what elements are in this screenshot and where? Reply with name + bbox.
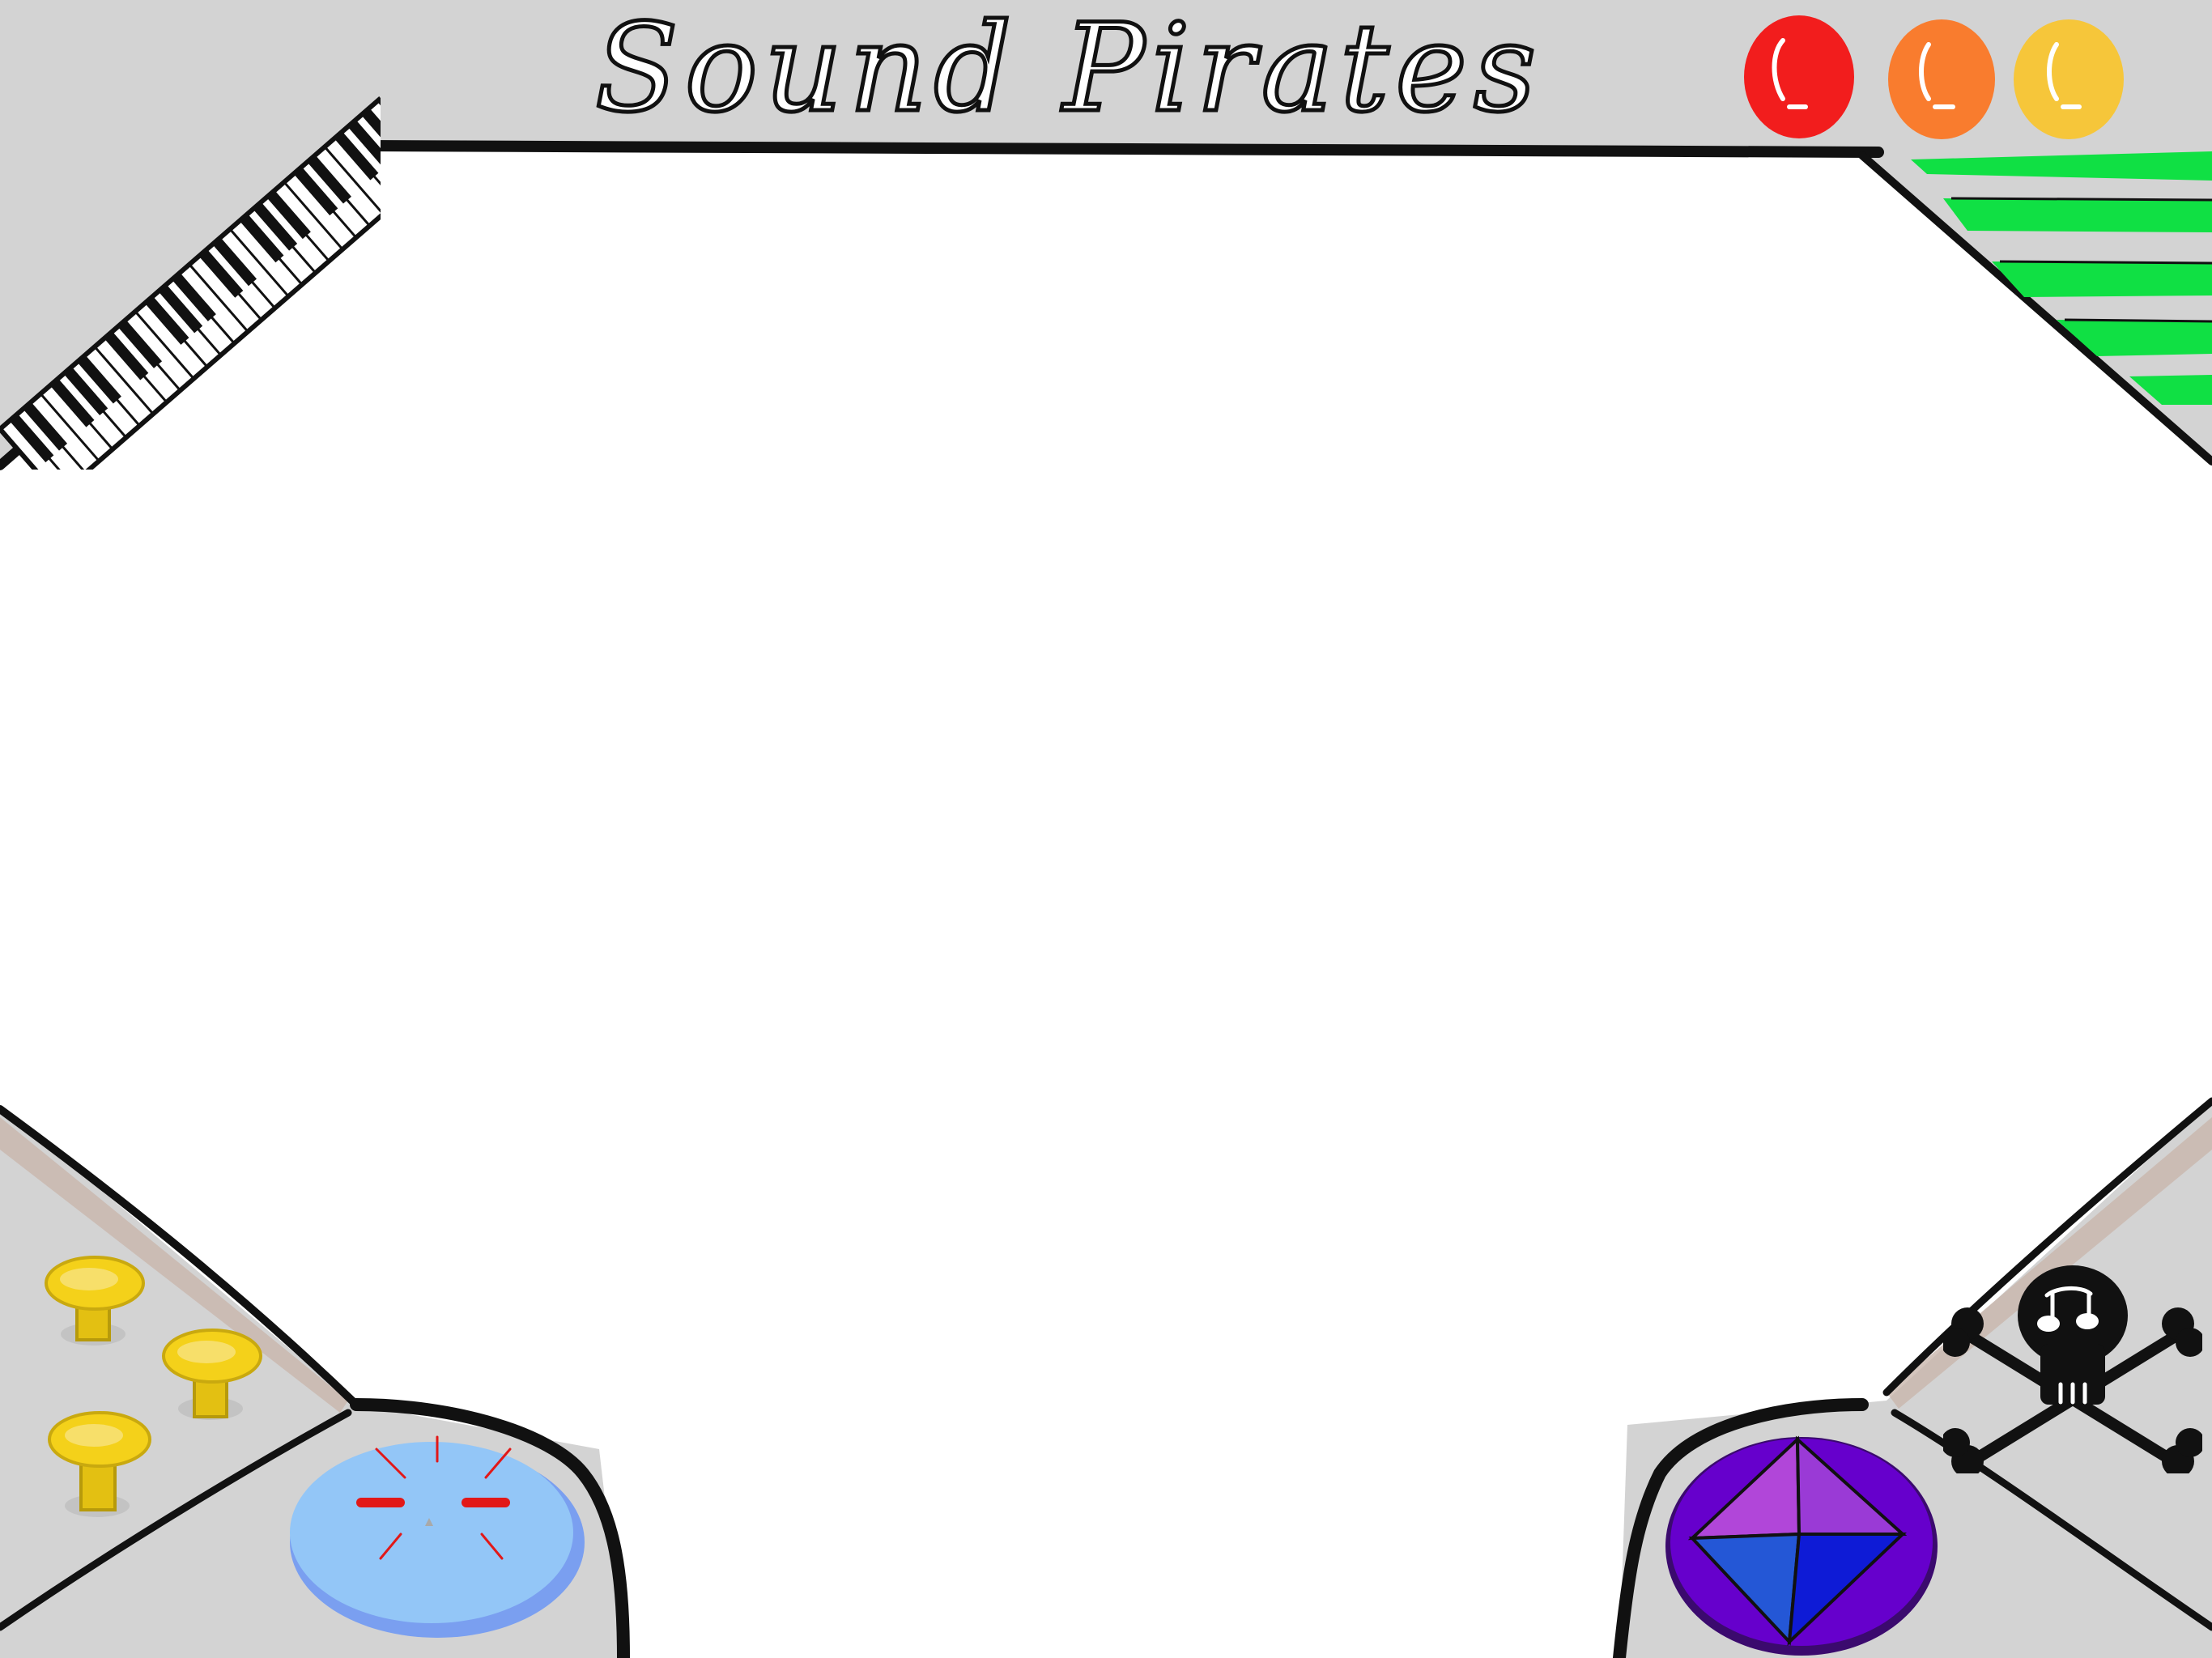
knob-panel xyxy=(45,1256,262,1517)
meter-bar xyxy=(1911,151,2212,181)
life-orb-red xyxy=(1744,15,1854,138)
yellow-knob-icon[interactable] xyxy=(45,1256,145,1346)
meter-bar xyxy=(1943,198,2212,232)
lives-indicator xyxy=(1744,15,2124,139)
yellow-knob-icon[interactable] xyxy=(162,1329,262,1420)
sound-meter-icon xyxy=(1911,151,2212,405)
game-screen: Sound Pirates xyxy=(0,0,2212,1658)
piano-keyboard-icon[interactable] xyxy=(0,81,381,470)
meter-bar xyxy=(1992,261,2212,297)
yellow-knob-icon[interactable] xyxy=(48,1411,151,1517)
life-orb-orange xyxy=(1888,19,1995,139)
face-button-icon[interactable] xyxy=(279,1429,595,1643)
skull-crossbones-icon[interactable] xyxy=(1943,1255,2202,1473)
gem-button-icon[interactable] xyxy=(1660,1425,1943,1658)
life-orb-yellow xyxy=(2014,19,2124,139)
meter-bar xyxy=(2057,320,2212,356)
game-title: Sound Pirates xyxy=(593,0,1543,142)
meter-bar xyxy=(2129,375,2212,405)
